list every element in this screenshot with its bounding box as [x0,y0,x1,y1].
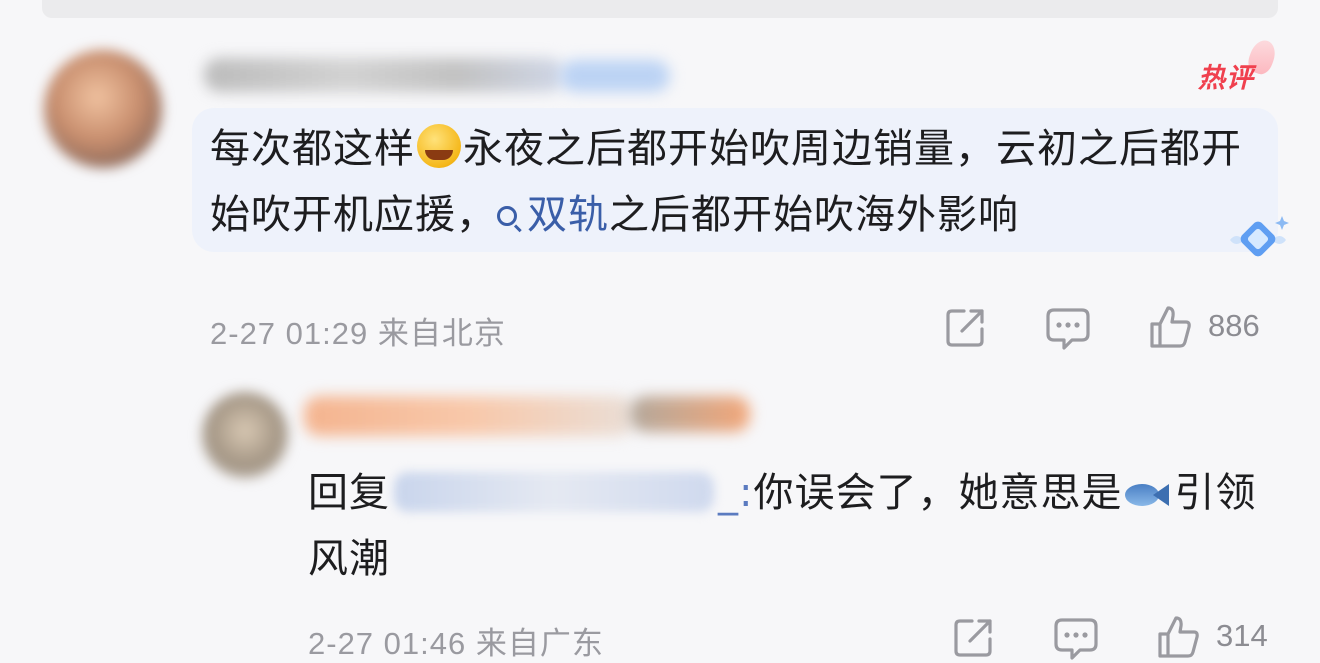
search-icon [497,206,517,226]
reply-avatar[interactable] [202,392,288,478]
comment-location: 来自北京 [377,316,506,351]
comment-body: 每次都这样 永夜之后都开始吹周边销量，云初之后都开始吹开机应援， 双轨之后都开始吹海… [210,116,1270,248]
like-count: 886 [1208,308,1260,343]
reply-username-redacted[interactable] [304,396,634,436]
fish-emoji-icon [1125,480,1171,510]
hot-comment-badge: 热评 [1198,36,1280,94]
laughing-emoji-icon [417,124,461,168]
comment-icon[interactable] [1054,616,1098,660]
reply-meta: 2-27 01:46 来自广东 [308,618,604,663]
share-icon[interactable] [952,615,996,659]
mention-tail[interactable]: _: [718,470,753,516]
comment-date: 2-27 01:29 [210,316,369,351]
mention-redacted[interactable] [394,472,714,512]
comment-text-part: 每次都这样 [210,126,415,172]
share-icon[interactable] [944,305,988,349]
previous-card-bottom [42,0,1278,18]
reply-body: 回复 _:你误会了，她意思是 引领风潮 [308,460,1268,592]
comment-icon[interactable] [1046,306,1090,350]
reply-like-count: 314 [1216,618,1268,653]
hot-badge-label: 热评 [1198,63,1254,94]
comment-meta: 2-27 01:29 来自北京 [210,308,506,353]
diamond-badge-icon [1230,216,1289,257]
like-icon[interactable] [1148,304,1192,348]
avatar[interactable] [44,50,162,168]
reply-date: 2-27 01:46 [308,626,467,661]
reply-location: 来自广东 [475,626,604,661]
like-icon[interactable] [1156,614,1200,658]
username-redacted[interactable] [204,58,564,92]
search-link-label: 双轨 [527,192,609,238]
reply-text-part: 你误会了，她意思是 [753,470,1123,516]
username-redacted-badge [560,60,670,92]
search-link[interactable]: 双轨 [497,192,609,238]
reply-prefix: 回复 [308,470,390,516]
comment-text-part: 之后都开始吹海外影响 [609,192,1019,238]
reply-username-redacted-badge [630,396,750,432]
